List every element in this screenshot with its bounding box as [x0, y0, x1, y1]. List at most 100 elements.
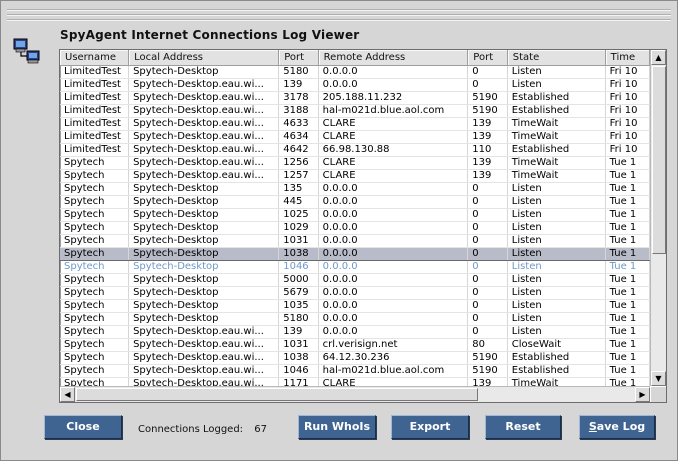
- table-cell: Spytech-Desktop: [128, 221, 280, 235]
- scroll-right-arrow-icon[interactable]: ▶: [635, 387, 650, 402]
- table-cell: 1031: [278, 338, 319, 352]
- table-row[interactable]: Spytech Spytech-Desktop 1031 0.0.0.0 0 Listen…: [60, 234, 650, 248]
- column-header[interactable]: Remote Address: [318, 50, 469, 66]
- table-row[interactable]: Spytech Spytech-Desktop 445 0.0.0.0 0 Listen T…: [60, 195, 650, 209]
- table-cell: LimitedTest: [60, 91, 130, 105]
- table-row[interactable]: Spytech Spytech-Desktop.eau.wi... 1031 crl.…: [60, 338, 650, 352]
- save-log-mnemonic: S: [588, 420, 597, 433]
- table-row[interactable]: LimitedTest Spytech-Desktop.eau.wi... 4634…: [60, 130, 650, 144]
- table-cell: 5180: [278, 65, 319, 79]
- table-row[interactable]: LimitedTest Spytech-Desktop.eau.wi... 4633…: [60, 117, 650, 131]
- scroll-up-arrow-icon[interactable]: ▲: [651, 50, 666, 65]
- table-cell: Spytech-Desktop.eau.wi...: [128, 377, 280, 386]
- table-row[interactable]: Spytech Spytech-Desktop.eau.wi... 1046 hal-…: [60, 364, 650, 378]
- table-cell: 0.0.0.0: [318, 234, 469, 248]
- column-header[interactable]: Port: [278, 50, 319, 66]
- table-cell: Established: [507, 91, 606, 105]
- table-cell: Spytech-Desktop.eau.wi...: [128, 325, 280, 339]
- table-cell: 139: [467, 130, 508, 144]
- table-cell: 4633: [278, 117, 319, 131]
- table-row[interactable]: Spytech Spytech-Desktop 135 0.0.0.0 0 Listen T…: [60, 182, 650, 196]
- table-cell: 1171: [278, 377, 319, 386]
- table-cell: Spytech-Desktop.eau.wi...: [128, 364, 280, 378]
- table-cell: TimeWait: [507, 117, 606, 131]
- table-row[interactable]: LimitedTest Spytech-Desktop.eau.wi... 3188…: [60, 104, 650, 118]
- save-log-button[interactable]: Save Log: [579, 415, 655, 439]
- vertical-scroll-thumb[interactable]: [652, 66, 666, 254]
- table-cell: Tue 1: [605, 325, 650, 339]
- table-row[interactable]: Spytech Spytech-Desktop.eau.wi... 1257 CLAR…: [60, 169, 650, 183]
- table-row[interactable]: LimitedTest Spytech-Desktop 5180 0.0.0.0 0 Li…: [60, 65, 650, 79]
- table-cell: 0.0.0.0: [318, 78, 469, 92]
- table-cell: Spytech: [60, 234, 130, 248]
- table-cell: Listen: [507, 221, 606, 235]
- table-cell: Tue 1: [605, 247, 650, 261]
- table-cell: Spytech: [60, 312, 130, 326]
- table-row[interactable]: LimitedTest Spytech-Desktop.eau.wi... 4642…: [60, 143, 650, 157]
- table-cell: Listen: [507, 312, 606, 326]
- table-cell: 5000: [278, 273, 319, 287]
- table-row[interactable]: Spytech Spytech-Desktop 5180 0.0.0.0 0 Listen…: [60, 312, 650, 326]
- table-row[interactable]: Spytech Spytech-Desktop 1038 0.0.0.0 0 Listen…: [60, 247, 650, 261]
- table-row[interactable]: Spytech Spytech-Desktop 1035 0.0.0.0 0 Listen…: [60, 299, 650, 313]
- connections-logged-label: Connections Logged:: [138, 424, 244, 435]
- table-cell: Tue 1: [605, 169, 650, 183]
- scrollbar-corner: [651, 387, 666, 402]
- table-cell: Spytech: [60, 156, 130, 170]
- table-row[interactable]: Spytech Spytech-Desktop.eau.wi... 1171 CLAR…: [60, 377, 650, 386]
- export-button[interactable]: Export: [391, 415, 469, 439]
- table-cell: 80: [467, 338, 508, 352]
- column-header[interactable]: Port: [467, 50, 508, 66]
- table-cell: Spytech-Desktop: [128, 234, 280, 248]
- table-row[interactable]: Spytech Spytech-Desktop.eau.wi... 1038 64.1…: [60, 351, 650, 365]
- table-row[interactable]: LimitedTest Spytech-Desktop.eau.wi... 139 0…: [60, 78, 650, 92]
- horizontal-scrollbar[interactable]: ◀ ▶: [60, 386, 650, 402]
- table-cell: Listen: [507, 273, 606, 287]
- table-cell: 445: [278, 195, 319, 209]
- scroll-down-arrow-icon[interactable]: ▼: [651, 371, 666, 386]
- table-row[interactable]: Spytech Spytech-Desktop 5679 0.0.0.0 0 Listen…: [60, 286, 650, 300]
- table-cell: Spytech-Desktop.eau.wi...: [128, 156, 280, 170]
- table-cell: 0.0.0.0: [318, 299, 469, 313]
- table-cell: Spytech-Desktop.eau.wi...: [128, 338, 280, 352]
- table-cell: 5180: [278, 312, 319, 326]
- table-cell: 0: [467, 312, 508, 326]
- scroll-left-arrow-icon[interactable]: ◀: [60, 387, 75, 402]
- title-divider-highlight: [7, 15, 671, 16]
- table-cell: 0: [467, 273, 508, 287]
- table-cell: Spytech-Desktop.eau.wi...: [128, 143, 280, 157]
- vertical-scrollbar[interactable]: ▲ ▼: [650, 50, 666, 386]
- column-header[interactable]: Username: [60, 50, 130, 66]
- table-cell: 4642: [278, 143, 319, 157]
- table-cell: Spytech: [60, 364, 130, 378]
- column-header[interactable]: Time: [605, 50, 650, 66]
- table-cell: Fri 10: [605, 104, 650, 118]
- table-cell: 139: [467, 117, 508, 131]
- column-header[interactable]: State: [507, 50, 606, 66]
- table-row[interactable]: Spytech Spytech-Desktop 1046 0.0.0.0 0 Listen…: [60, 260, 650, 274]
- table-row[interactable]: Spytech Spytech-Desktop.eau.wi... 1256 CLAR…: [60, 156, 650, 170]
- table-cell: Listen: [507, 182, 606, 196]
- column-header[interactable]: Local Address: [128, 50, 280, 66]
- table-row[interactable]: Spytech Spytech-Desktop 1029 0.0.0.0 0 Listen…: [60, 221, 650, 235]
- table-cell: Tue 1: [605, 156, 650, 170]
- table-cell: Spytech-Desktop: [128, 260, 280, 274]
- table-cell: Spytech-Desktop: [128, 312, 280, 326]
- table-row[interactable]: LimitedTest Spytech-Desktop.eau.wi... 3178…: [60, 91, 650, 105]
- table-cell: Spytech-Desktop.eau.wi...: [128, 351, 280, 365]
- connections-grid[interactable]: Username Local Address Port Remote Address P…: [59, 49, 667, 403]
- table-body: LimitedTest Spytech-Desktop 5180 0.0.0.0 0 Li…: [60, 65, 650, 386]
- horizontal-scroll-thumb[interactable]: [76, 388, 478, 401]
- table-cell: Listen: [507, 208, 606, 222]
- table-cell: Tue 1: [605, 351, 650, 365]
- reset-button[interactable]: Reset: [485, 415, 561, 439]
- table-row[interactable]: Spytech Spytech-Desktop 5000 0.0.0.0 0 Listen…: [60, 273, 650, 287]
- table-cell: 0: [467, 299, 508, 313]
- table-cell: 1038: [278, 247, 319, 261]
- run-whois-button[interactable]: Run WhoIs: [298, 415, 376, 439]
- table-row[interactable]: Spytech Spytech-Desktop.eau.wi... 139 0.0.0…: [60, 325, 650, 339]
- close-button[interactable]: Close: [44, 415, 122, 439]
- table-cell: CLARE: [318, 130, 469, 144]
- table-row[interactable]: Spytech Spytech-Desktop 1025 0.0.0.0 0 Listen…: [60, 208, 650, 222]
- table-cell: 1035: [278, 299, 319, 313]
